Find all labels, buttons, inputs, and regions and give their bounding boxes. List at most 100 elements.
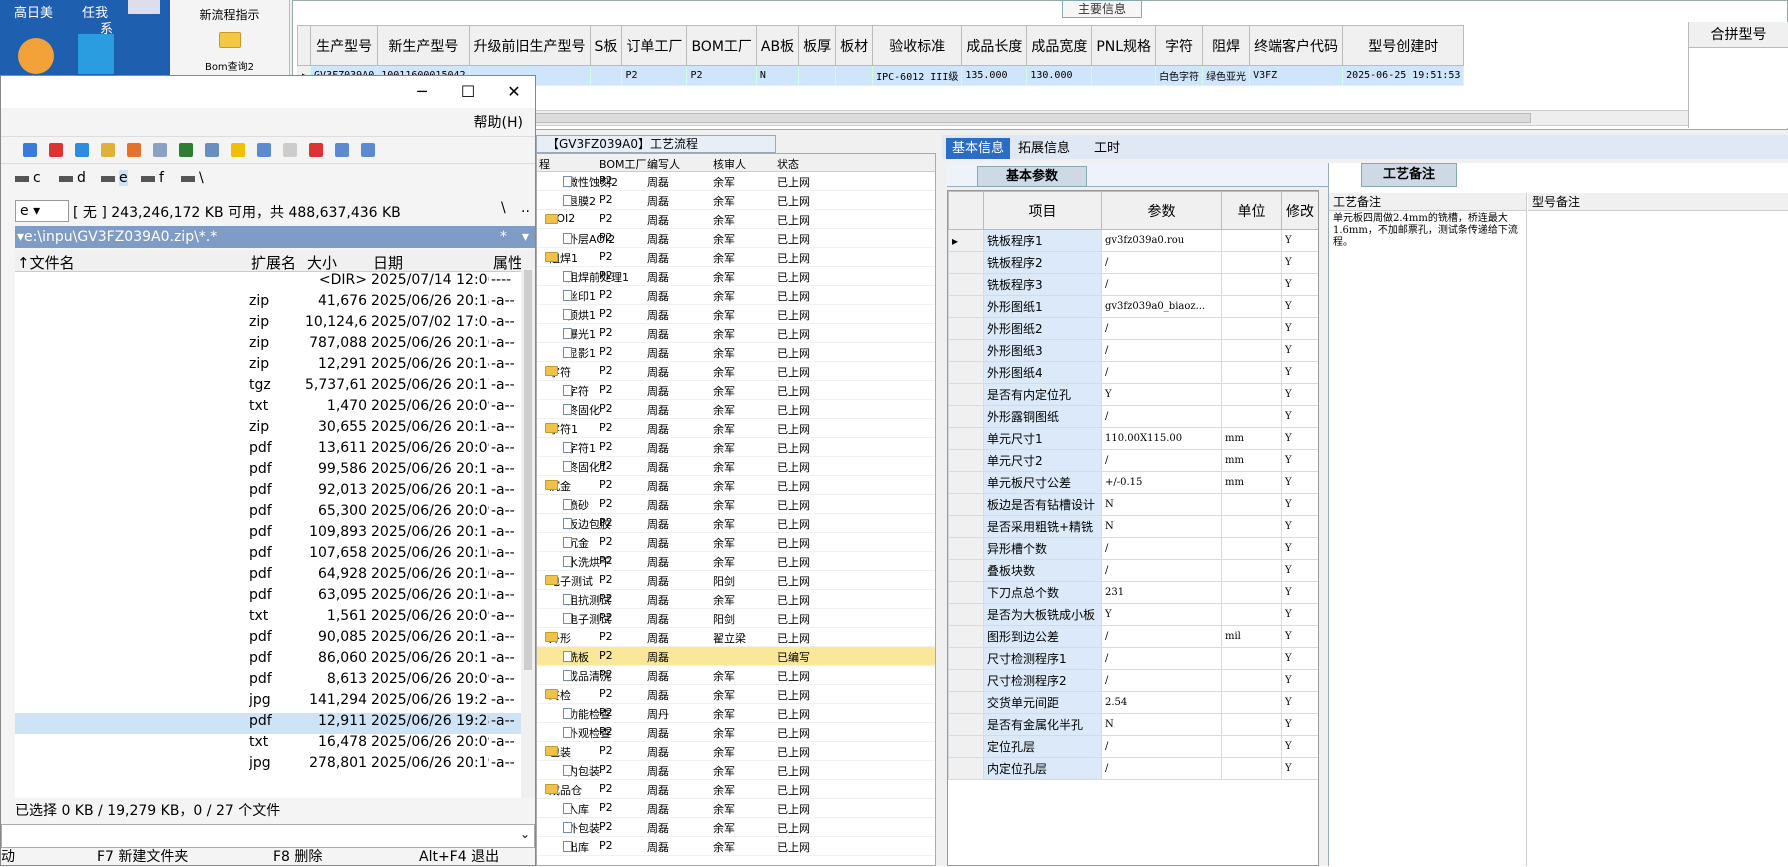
- file-row[interactable]: gv3fz039a0txt1,4702025/06/26 20:09-a--: [15, 398, 521, 419]
- param-value[interactable]: /: [1101, 669, 1222, 692]
- tree-row[interactable]: 电子测试 P2 周磊 阳剑 已上网: [537, 571, 935, 590]
- file-row[interactable]: gv3fz039a0_L4_最小线宽20.00..pdf107,6582025/…: [15, 545, 521, 566]
- param-value[interactable]: 2.54: [1101, 691, 1222, 714]
- param-row[interactable]: 外形露铜图纸 / Y: [948, 405, 1318, 428]
- function-key[interactable]: F7 新建文件夹: [97, 848, 188, 867]
- param-row[interactable]: 异形槽个数 / Y: [948, 537, 1318, 560]
- param-value[interactable]: N: [1101, 713, 1222, 736]
- column-header[interactable]: 验收标准: [872, 25, 963, 66]
- drive-dropdown[interactable]: e ▾: [15, 200, 69, 222]
- tab-2[interactable]: 工时: [1088, 138, 1126, 159]
- tree-row[interactable]: 外观检查 P2 周磊 余军 已上网: [537, 723, 935, 742]
- param-value[interactable]: /: [1101, 625, 1222, 648]
- param-row[interactable]: 外形图纸4/ Y: [948, 361, 1318, 384]
- tree-row[interactable]: 丝印1 P2 周磊 余军 已上网: [537, 286, 935, 305]
- file-row[interactable]: EQ1-GV3FZ039A0-HK524293_1zip10,124,64420…: [15, 314, 521, 335]
- tree-row[interactable]: 退膜2 P2 周磊 余军 已上网: [537, 191, 935, 210]
- tree-row[interactable]: 外形 P2 周磊 翟立梁 已上网: [537, 628, 935, 647]
- column-header[interactable]: 成品宽度: [1026, 25, 1093, 66]
- function-key[interactable]: Alt+F4 退出: [419, 848, 499, 867]
- column-header[interactable]: BOM工厂: [686, 25, 757, 66]
- param-value[interactable]: /: [1101, 405, 1222, 428]
- file-row[interactable]: #GV3FZ039A0zip41,6762025/06/26 20:18-a--: [15, 293, 521, 314]
- app-icon[interactable]: [128, 0, 160, 14]
- column-header[interactable]: 终端客户代码: [1249, 25, 1344, 66]
- column-header[interactable]: S板: [589, 25, 623, 66]
- param-row[interactable]: 交货单元间距 2.54 Y: [948, 691, 1318, 714]
- column-header[interactable]: 修改: [1281, 191, 1318, 230]
- file-row[interactable]: gv3fz039a0_cs_最小SMD9.84pdf99,5862025/06/…: [15, 461, 521, 482]
- param-row[interactable]: 单元板尺寸公差 +/-0.15 mm Y: [948, 471, 1318, 494]
- vertical-scrollbar[interactable]: [521, 250, 535, 798]
- drive-2[interactable]: e: [119, 170, 128, 186]
- param-value[interactable]: Y: [1101, 383, 1222, 406]
- settings-icon[interactable]: [23, 143, 37, 157]
- param-value[interactable]: /: [1101, 647, 1222, 670]
- column-header[interactable]: AB板: [755, 25, 800, 66]
- tree-row[interactable]: 板边包胶 P2 周磊 余军 已上网: [537, 514, 935, 533]
- column-header[interactable]: 阻焊: [1202, 25, 1251, 66]
- file-row[interactable]: gv3fz039a0tgz5,737,6172025/06/26 20:17-a…: [15, 377, 521, 398]
- param-row[interactable]: 叠板块数 / Y: [948, 559, 1318, 582]
- param-row[interactable]: 单元尺寸2/mm Y: [948, 449, 1318, 472]
- tree-row[interactable]: 阻焊1 P2 周磊 余军 已上网: [537, 248, 935, 267]
- shield-icon[interactable]: [257, 143, 271, 157]
- tree-row[interactable]: 外层AOI2 P2 周磊 余军 已上网: [537, 229, 935, 248]
- file-row[interactable]: GV3FZ039A0焊环jpg278,8012025/06/26 20:19-a…: [15, 755, 521, 776]
- column-header[interactable]: 板厚: [798, 25, 837, 66]
- process-remarks-text[interactable]: 单元板四周做2.4mm的铣槽，桥连最大1.6mm，不加邮票孔，测试条传递给下流程…: [1329, 211, 1526, 251]
- tree-row[interactable]: 微性蚀刻2 P2 周磊 余军 已上网: [537, 172, 935, 191]
- file-row[interactable]: [..]<DIR>2025/07/14 12:06----: [15, 272, 521, 293]
- drive-4[interactable]: \: [199, 170, 204, 186]
- column-header[interactable]: 项目: [983, 191, 1102, 230]
- shell-icon[interactable]: [18, 38, 54, 74]
- tree-row[interactable]: 功能检查 P2 周丹 余军 已上网: [537, 704, 935, 723]
- word-icon[interactable]: [231, 143, 245, 157]
- minimize-icon[interactable]: ─: [407, 82, 437, 101]
- drive-0[interactable]: c: [33, 170, 41, 186]
- tree-row[interactable]: 沉金 P2 周磊 余军 已上网: [537, 476, 935, 495]
- root-button[interactable]: \: [501, 200, 506, 216]
- param-row[interactable]: 图形到边公差 / mil Y: [948, 625, 1318, 648]
- tree-row[interactable]: 阻焊前处理1 P2 周磊 余军 已上网: [537, 267, 935, 286]
- file-row[interactable]: gv3fz039a0_ss_最小线宽5.000pdf86,0602025/06/…: [15, 650, 521, 671]
- file-row[interactable]: GV3FZ039A0标注jpg141,2942025/06/26 19:27-a…: [15, 692, 521, 713]
- column-header[interactable]: 型号创建时: [1342, 25, 1465, 66]
- tree-row[interactable]: 外包装 P2 周磊 余军 已上网: [537, 818, 935, 837]
- column-header[interactable]: 生产型号: [310, 25, 379, 66]
- text-icon[interactable]: [127, 143, 141, 157]
- column-header[interactable]: 状态: [777, 156, 799, 172]
- param-row[interactable]: 定位孔层 / Y: [948, 735, 1318, 758]
- column-header[interactable]: 订单工厂: [621, 25, 688, 66]
- excel-icon[interactable]: [205, 143, 219, 157]
- function-key[interactable]: F8 删除: [273, 848, 322, 867]
- file-row[interactable]: gv3fz039a0_drl_mappdf65,3002025/06/26 20…: [15, 503, 521, 524]
- page-icon[interactable]: [309, 143, 323, 157]
- tree-row[interactable]: 字符1 P2 周磊 余军 已上网: [537, 419, 935, 438]
- column-header[interactable]: 大小: [307, 252, 337, 273]
- param-value[interactable]: /: [1101, 559, 1222, 582]
- param-row[interactable]: 尺寸检测程序1/ Y: [948, 647, 1318, 670]
- column-header[interactable]: ↑文件名: [17, 252, 75, 273]
- menu-help[interactable]: 帮助(H): [474, 112, 523, 132]
- file-row[interactable]: gv3fz039a0_ss_最小BGA23.6pdf90,0852025/06/…: [15, 629, 521, 650]
- refresh-icon[interactable]: [75, 143, 89, 157]
- column-header[interactable]: 扩展名: [251, 252, 296, 273]
- param-value[interactable]: +/-0.15: [1101, 471, 1222, 494]
- tree-row[interactable]: 喷砂 P2 周磊 余军 已上网: [537, 495, 935, 514]
- tree-row[interactable]: 终固化 P2 周磊 余军 已上网: [537, 400, 935, 419]
- param-value[interactable]: /: [1101, 757, 1222, 780]
- tab-process-remarks[interactable]: 工艺备注: [1361, 163, 1457, 187]
- column-header[interactable]: 参数: [1101, 191, 1222, 230]
- param-value[interactable]: /: [1101, 251, 1222, 274]
- path-bar[interactable]: ▾e:\inpu\GV3FZ039A0.zip\*.* * ▾: [15, 226, 535, 248]
- file-row[interactable]: gv3fz039a0各层更改清单txt16,4782025/06/26 20:0…: [15, 734, 521, 755]
- title-bar[interactable]: ─ ☐ ✕: [1, 76, 535, 108]
- scroll-thumb[interactable]: [524, 270, 532, 670]
- tree-row[interactable]: 显影1 P2 周磊 余军 已上网: [537, 343, 935, 362]
- param-row[interactable]: 内定位孔层 / Y: [948, 757, 1318, 780]
- file-row[interactable]: gv3fz039a0_newtxt1,5612025/06/26 20:09-a…: [15, 608, 521, 629]
- column-header[interactable]: 成品长度: [961, 25, 1028, 66]
- tree-row[interactable]: 入库 P2 周磊 余军 已上网: [537, 799, 935, 818]
- param-row[interactable]: 铣板程序3/ Y: [948, 273, 1318, 296]
